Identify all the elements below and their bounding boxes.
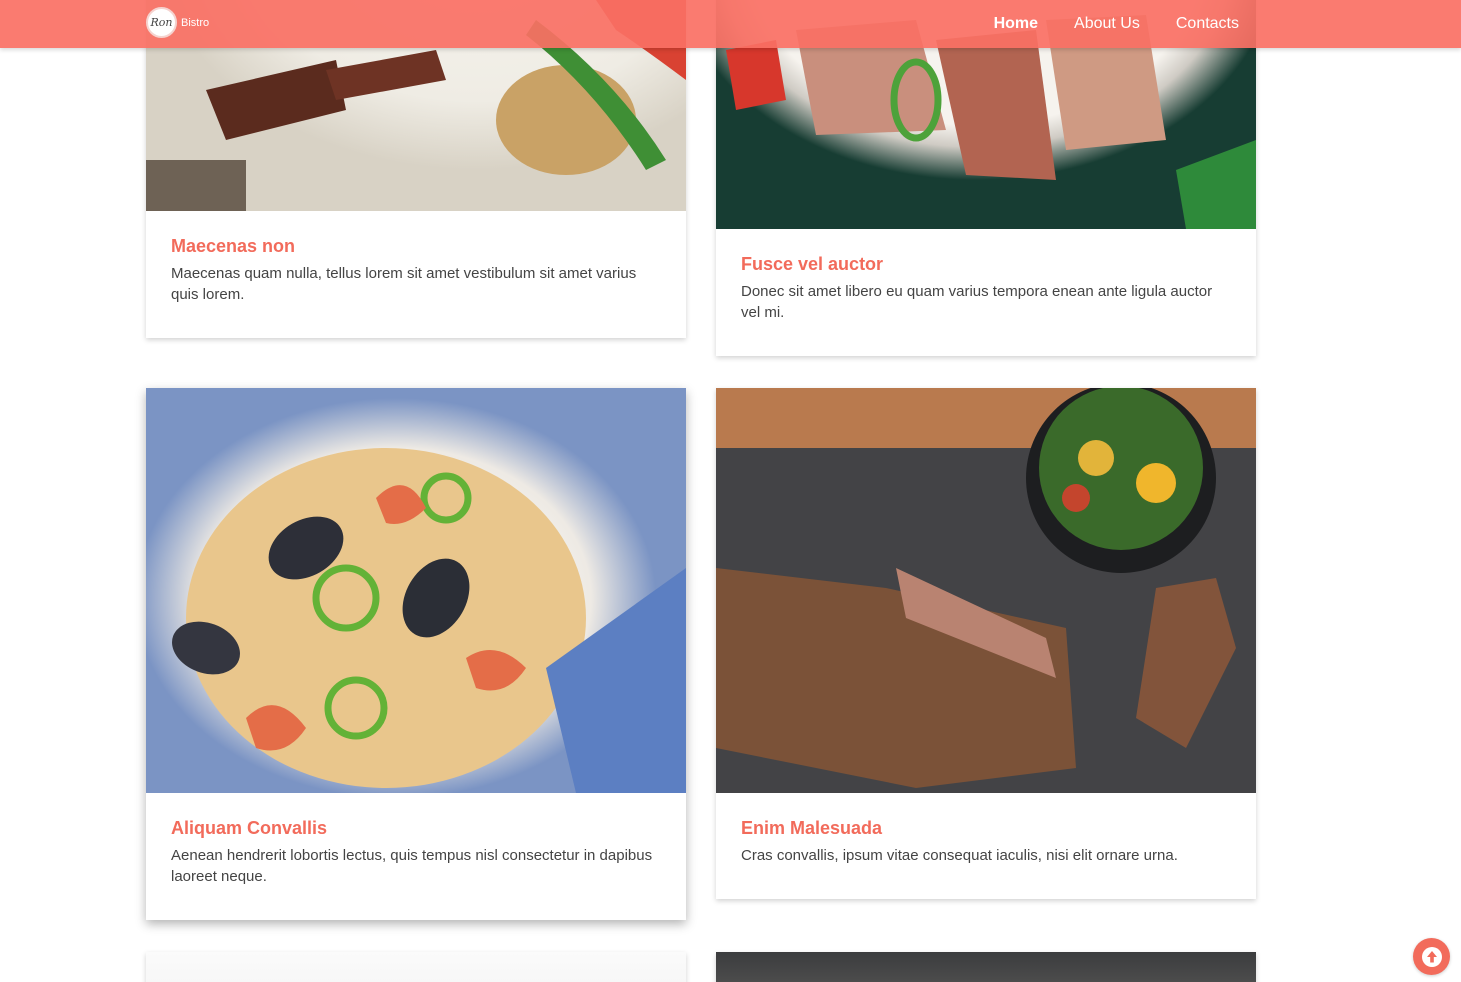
card-description: Maecenas quam nulla, tellus lorem sit am… xyxy=(171,265,637,303)
card-description: Cras convallis, ipsum vitae consequat ia… xyxy=(741,847,1178,864)
card-image xyxy=(716,952,1256,982)
logo-text: Bistro xyxy=(181,16,210,29)
menu-card[interactable] xyxy=(716,952,1256,982)
menu-card[interactable]: Enim Malesuada Cras convallis, ipsum vit… xyxy=(716,388,1256,899)
card-title: Aliquam Convallis xyxy=(171,818,328,838)
menu-card[interactable]: Maecenas non Maecenas quam nulla, tellus… xyxy=(146,0,686,338)
main-nav: Home About Us Contacts xyxy=(994,0,1239,48)
menu-card[interactable]: Aliquam Convallis Aenean hendrerit lobor… xyxy=(146,388,686,920)
nav-contacts[interactable]: Contacts xyxy=(1176,15,1239,33)
logo[interactable]: Ron Bistro xyxy=(146,7,209,38)
menu-card[interactable] xyxy=(146,952,686,982)
arrow-up-circle-icon xyxy=(1421,946,1442,967)
card-image xyxy=(146,952,686,982)
card-image-ribs xyxy=(716,388,1256,793)
logo-mark: Ron xyxy=(146,7,177,38)
card-title: Fusce vel auctor xyxy=(741,254,884,274)
card-description: Aenean hendrerit lobortis lectus, quis t… xyxy=(171,847,653,885)
card-description: Donec sit amet libero eu quam varius tem… xyxy=(741,283,1213,321)
card-title: Enim Malesuada xyxy=(741,818,883,838)
site-header: Ron Bistro Home About Us Contacts xyxy=(0,0,1461,48)
nav-about-us[interactable]: About Us xyxy=(1074,15,1140,33)
menu-card[interactable]: Fusce vel auctor Donec sit amet libero e… xyxy=(716,0,1256,356)
nav-home[interactable]: Home xyxy=(994,15,1038,33)
card-image-seafood-pasta xyxy=(146,388,686,793)
card-title: Maecenas non xyxy=(171,236,296,256)
scroll-to-top-button[interactable] xyxy=(1413,938,1450,975)
